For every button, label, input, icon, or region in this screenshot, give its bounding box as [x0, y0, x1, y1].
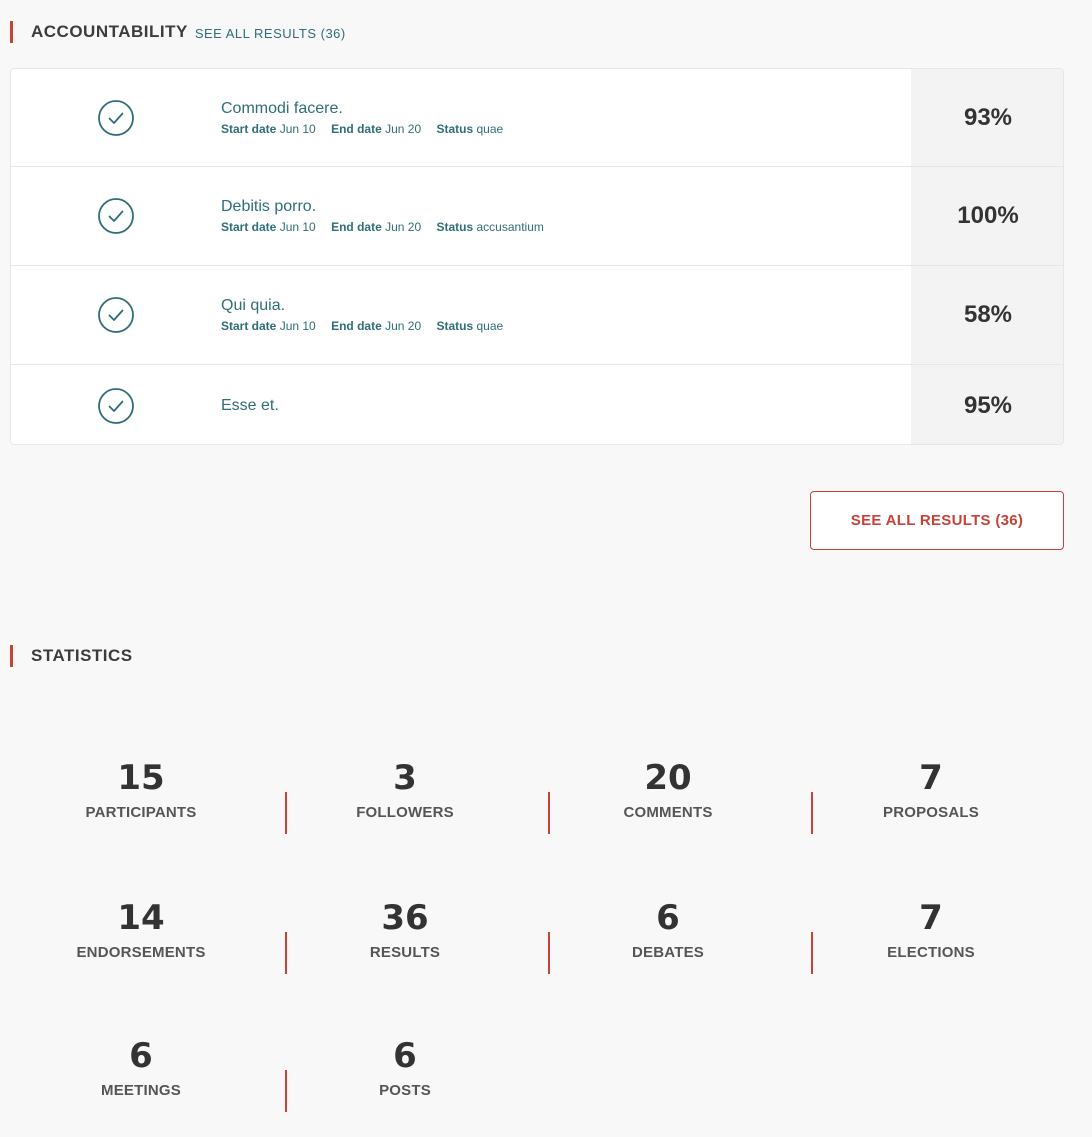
statistics-title: STATISTICS: [31, 646, 133, 665]
result-row[interactable]: Qui quia. Start date Jun 10 End date Jun…: [11, 266, 1063, 365]
result-progress: 93%: [911, 69, 1063, 166]
stat-followers: 3 FOLLOWERS: [274, 758, 536, 821]
result-icon-cell: [11, 266, 221, 364]
stat-meetings: 6 MEETINGS: [10, 1036, 272, 1099]
stat-debates: 6 DEBATES: [537, 898, 799, 961]
result-progress: 100%: [911, 167, 1063, 265]
heading-accent-bar: [10, 645, 13, 667]
result-body: Commodi facere. Start date Jun 10 End da…: [221, 69, 911, 166]
stat-value: 15: [117, 758, 165, 798]
end-date: End date Jun 20: [331, 319, 422, 333]
result-icon-cell: [11, 365, 221, 444]
page: ACCOUNTABILITY SEE ALL RESULTS (36) Comm…: [0, 0, 1092, 1137]
result-icon-cell: [11, 69, 221, 166]
heading-accent-bar: [10, 21, 13, 43]
stat-value: 6: [656, 898, 680, 938]
stat-label: ENDORSEMENTS: [76, 944, 206, 961]
stat-label: PROPOSALS: [883, 804, 979, 821]
check-circle-icon: [97, 99, 135, 137]
stat-endorsements: 14 ENDORSEMENTS: [10, 898, 272, 961]
stat-proposals: 7 PROPOSALS: [800, 758, 1062, 821]
result-title[interactable]: Esse et.: [221, 396, 911, 416]
check-circle-icon: [97, 296, 135, 334]
accountability-title: ACCOUNTABILITY: [31, 22, 188, 41]
result-meta: Start date Jun 10 End date Jun 20 Status…: [221, 219, 911, 235]
stat-label: ELECTIONS: [887, 944, 975, 961]
result-title[interactable]: Debitis porro.: [221, 197, 911, 217]
start-date: Start date Jun 10: [221, 220, 316, 234]
stat-elections: 7 ELECTIONS: [800, 898, 1062, 961]
result-meta: Start date Jun 10 End date Jun 20 Status…: [221, 318, 911, 334]
result-body: Esse et.: [221, 365, 911, 444]
accountability-heading: ACCOUNTABILITY SEE ALL RESULTS (36): [10, 20, 346, 44]
stat-value: 6: [129, 1036, 153, 1076]
result-icon-cell: [11, 167, 221, 265]
start-date: Start date Jun 10: [221, 319, 316, 333]
stat-label: POSTS: [379, 1082, 431, 1099]
end-date: End date Jun 20: [331, 220, 422, 234]
stat-label: COMMENTS: [623, 804, 713, 821]
result-meta: Start date Jun 10 End date Jun 20 Status…: [221, 121, 911, 137]
stat-comments: 20 COMMENTS: [537, 758, 799, 821]
stat-posts: 6 POSTS: [274, 1036, 536, 1099]
stat-label: PARTICIPANTS: [85, 804, 197, 821]
stat-results: 36 RESULTS: [274, 898, 536, 961]
result-row[interactable]: Commodi facere. Start date Jun 10 End da…: [11, 69, 1063, 167]
result-title[interactable]: Qui quia.: [221, 296, 911, 316]
stat-participants: 15 PARTICIPANTS: [10, 758, 272, 821]
status: Status quae: [436, 319, 504, 333]
results-list: Commodi facere. Start date Jun 10 End da…: [10, 68, 1064, 445]
stat-value: 14: [117, 898, 165, 938]
see-all-results-link[interactable]: SEE ALL RESULTS (36): [195, 24, 346, 41]
stat-label: DEBATES: [632, 944, 704, 961]
status: Status quae: [436, 121, 504, 136]
stats-row: 14 ENDORSEMENTS 36 RESULTS 6 DEBATES 7 E…: [10, 898, 1064, 988]
stats-row: 6 MEETINGS 6 POSTS: [10, 1036, 1064, 1126]
result-progress: 95%: [911, 365, 1063, 444]
status: Status accusantium: [436, 220, 544, 234]
result-body: Qui quia. Start date Jun 10 End date Jun…: [221, 266, 911, 364]
start-date: Start date Jun 10: [221, 121, 316, 136]
result-body: Debitis porro. Start date Jun 10 End dat…: [221, 167, 911, 265]
stat-value: 20: [644, 758, 692, 798]
stat-value: 7: [919, 758, 943, 798]
stat-value: 7: [919, 898, 943, 938]
stat-value: 3: [393, 758, 417, 798]
see-all-results-button[interactable]: SEE ALL RESULTS (36): [810, 491, 1064, 550]
end-date: End date Jun 20: [331, 121, 422, 136]
stat-value: 6: [393, 1036, 417, 1076]
stat-label: RESULTS: [369, 944, 441, 961]
result-progress: 58%: [911, 266, 1063, 364]
stat-label: FOLLOWERS: [356, 804, 454, 821]
result-title[interactable]: Commodi facere.: [221, 99, 911, 119]
result-row[interactable]: Debitis porro. Start date Jun 10 End dat…: [11, 167, 1063, 266]
check-circle-icon: [97, 197, 135, 235]
statistics-heading: STATISTICS: [10, 644, 133, 668]
result-row[interactable]: Esse et. 95%: [11, 365, 1063, 444]
stat-label: MEETINGS: [101, 1082, 181, 1099]
stat-value: 36: [381, 898, 429, 938]
stats-row: 15 PARTICIPANTS 3 FOLLOWERS 20 COMMENTS …: [10, 758, 1064, 848]
check-circle-icon: [97, 387, 135, 425]
